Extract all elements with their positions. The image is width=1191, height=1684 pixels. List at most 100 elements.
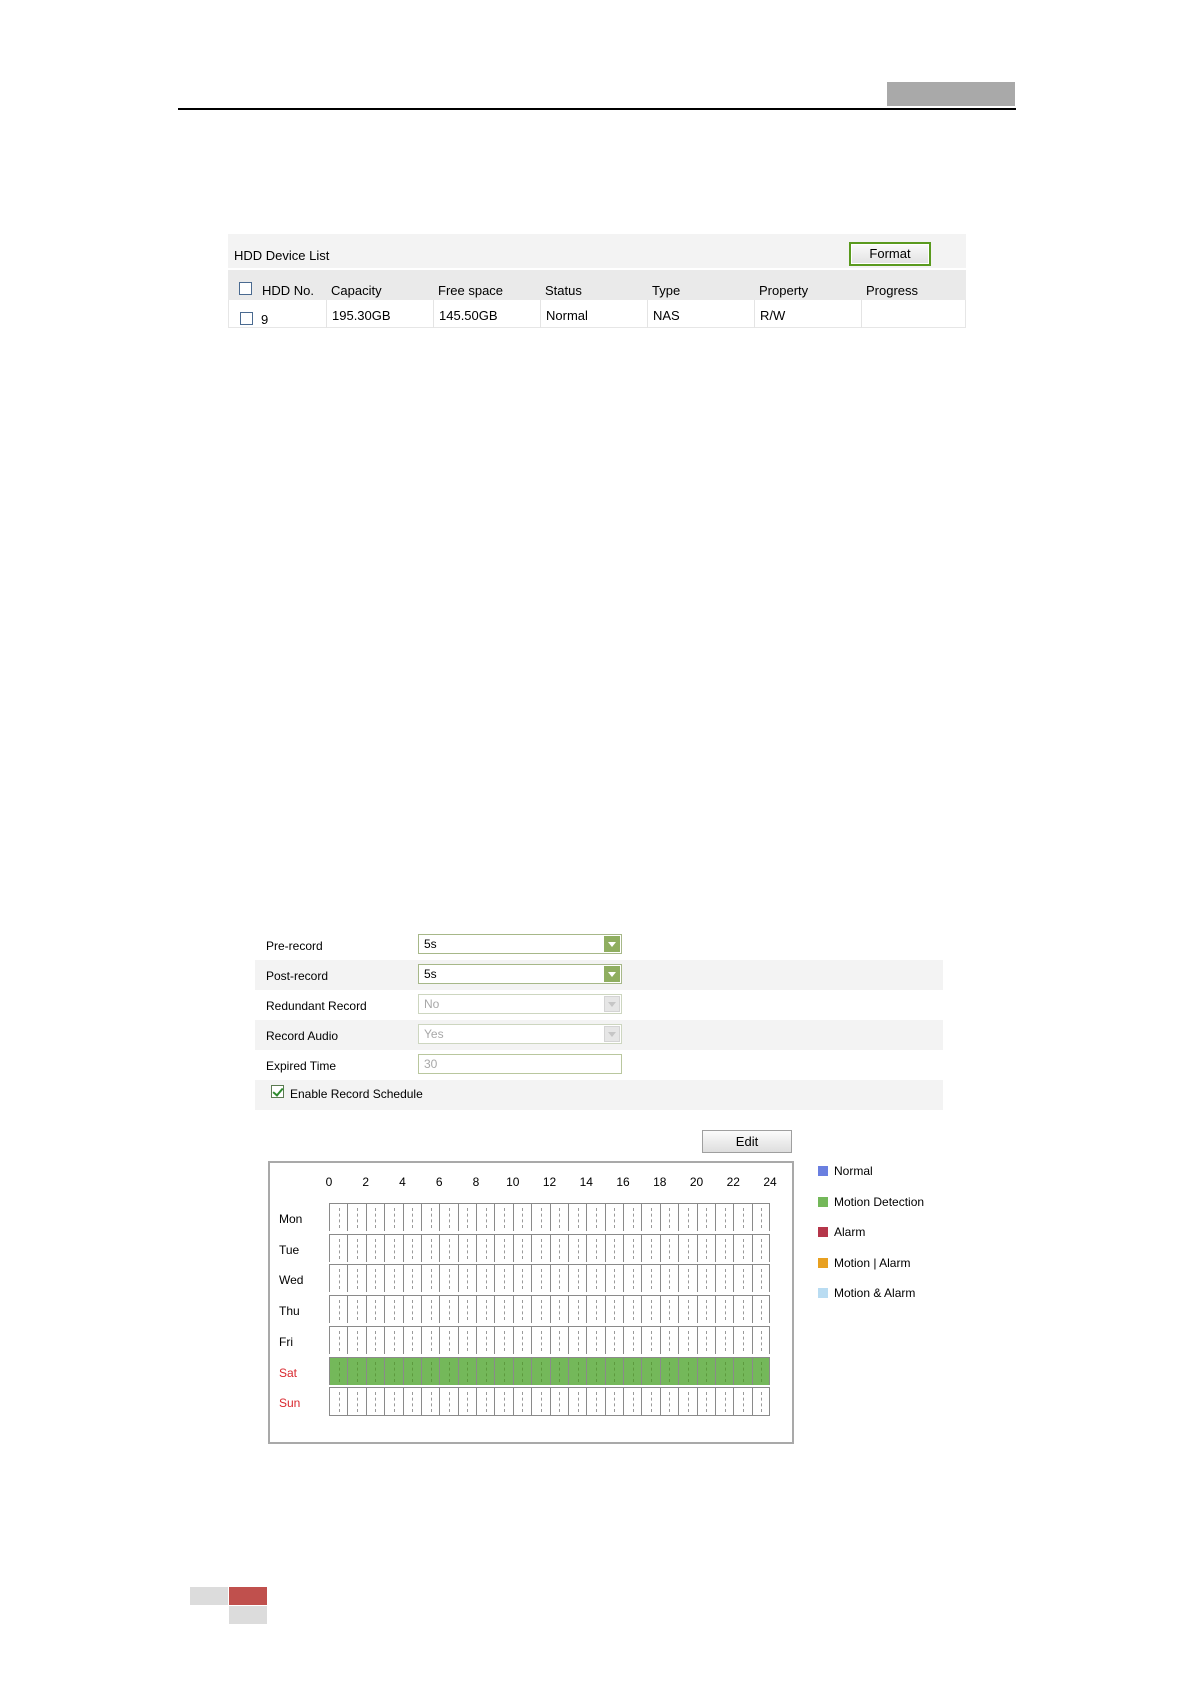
hour-cell[interactable] bbox=[586, 1325, 605, 1354]
hour-cell[interactable] bbox=[641, 1203, 660, 1231]
hour-cell[interactable] bbox=[457, 1203, 476, 1231]
hour-cell[interactable] bbox=[402, 1295, 421, 1324]
hour-cell[interactable] bbox=[347, 1233, 366, 1262]
hour-cell[interactable] bbox=[567, 1387, 587, 1416]
hour-cell[interactable] bbox=[494, 1233, 513, 1262]
hour-cell[interactable] bbox=[733, 1387, 752, 1416]
hour-cell[interactable] bbox=[494, 1203, 513, 1231]
hour-cell[interactable] bbox=[751, 1356, 770, 1385]
hour-cell[interactable] bbox=[733, 1295, 752, 1324]
hour-cell[interactable] bbox=[641, 1356, 660, 1385]
enable-record-schedule-checkbox[interactable] bbox=[271, 1085, 284, 1098]
hour-cell[interactable] bbox=[512, 1264, 532, 1293]
hour-cell[interactable] bbox=[329, 1295, 348, 1324]
hour-cell[interactable] bbox=[384, 1264, 403, 1293]
hour-cell[interactable] bbox=[696, 1325, 715, 1354]
hour-cell[interactable] bbox=[329, 1233, 348, 1262]
hour-cell[interactable] bbox=[439, 1233, 458, 1262]
hour-cell[interactable] bbox=[531, 1387, 550, 1416]
hour-cell[interactable] bbox=[714, 1264, 734, 1293]
hour-cell[interactable] bbox=[347, 1356, 366, 1385]
pre-record-select[interactable]: 5s bbox=[418, 934, 622, 954]
hour-cell[interactable] bbox=[476, 1203, 495, 1231]
hour-cell[interactable] bbox=[549, 1264, 568, 1293]
hour-cell[interactable] bbox=[402, 1264, 421, 1293]
hour-cell[interactable] bbox=[420, 1233, 440, 1262]
hour-cell[interactable] bbox=[659, 1295, 679, 1324]
day-schedule-row[interactable] bbox=[329, 1203, 770, 1231]
hour-cell[interactable] bbox=[420, 1264, 440, 1293]
hour-cell[interactable] bbox=[384, 1387, 403, 1416]
day-schedule-row[interactable] bbox=[329, 1295, 770, 1324]
hour-cell[interactable] bbox=[329, 1356, 348, 1385]
hour-cell[interactable] bbox=[365, 1356, 385, 1385]
hour-cell[interactable] bbox=[512, 1203, 532, 1231]
hour-cell[interactable] bbox=[714, 1325, 734, 1354]
hour-cell[interactable] bbox=[531, 1295, 550, 1324]
hour-cell[interactable] bbox=[604, 1387, 623, 1416]
hour-cell[interactable] bbox=[494, 1295, 513, 1324]
hour-cell[interactable] bbox=[531, 1356, 550, 1385]
hour-cell[interactable] bbox=[420, 1203, 440, 1231]
hour-cell[interactable] bbox=[420, 1356, 440, 1385]
hour-cell[interactable] bbox=[420, 1325, 440, 1354]
hour-cell[interactable] bbox=[623, 1325, 642, 1354]
hour-cell[interactable] bbox=[531, 1264, 550, 1293]
hour-cell[interactable] bbox=[733, 1264, 752, 1293]
hour-cell[interactable] bbox=[457, 1356, 476, 1385]
hour-cell[interactable] bbox=[494, 1356, 513, 1385]
hour-cell[interactable] bbox=[604, 1264, 623, 1293]
edit-schedule-button[interactable]: Edit bbox=[702, 1130, 792, 1153]
hour-cell[interactable] bbox=[696, 1387, 715, 1416]
hour-cell[interactable] bbox=[586, 1264, 605, 1293]
hour-cell[interactable] bbox=[347, 1264, 366, 1293]
hour-cell[interactable] bbox=[512, 1233, 532, 1262]
hour-cell[interactable] bbox=[678, 1203, 697, 1231]
hour-cell[interactable] bbox=[567, 1295, 587, 1324]
hour-cell[interactable] bbox=[641, 1387, 660, 1416]
hour-cell[interactable] bbox=[659, 1203, 679, 1231]
hour-cell[interactable] bbox=[439, 1325, 458, 1354]
hour-cell[interactable] bbox=[347, 1325, 366, 1354]
hour-cell[interactable] bbox=[402, 1387, 421, 1416]
hour-cell[interactable] bbox=[714, 1233, 734, 1262]
hour-cell[interactable] bbox=[512, 1387, 532, 1416]
hour-cell[interactable] bbox=[439, 1295, 458, 1324]
hour-cell[interactable] bbox=[402, 1356, 421, 1385]
hour-cell[interactable] bbox=[549, 1233, 568, 1262]
hour-cell[interactable] bbox=[751, 1387, 770, 1416]
hour-cell[interactable] bbox=[420, 1387, 440, 1416]
hour-cell[interactable] bbox=[402, 1233, 421, 1262]
hour-cell[interactable] bbox=[733, 1356, 752, 1385]
hour-cell[interactable] bbox=[586, 1233, 605, 1262]
hour-cell[interactable] bbox=[641, 1233, 660, 1262]
hour-cell[interactable] bbox=[659, 1233, 679, 1262]
hour-cell[interactable] bbox=[384, 1203, 403, 1231]
chevron-down-icon[interactable] bbox=[604, 966, 620, 982]
hour-cell[interactable] bbox=[384, 1233, 403, 1262]
hour-cell[interactable] bbox=[604, 1203, 623, 1231]
hour-cell[interactable] bbox=[549, 1325, 568, 1354]
hour-cell[interactable] bbox=[567, 1203, 587, 1231]
hour-cell[interactable] bbox=[641, 1325, 660, 1354]
hour-cell[interactable] bbox=[439, 1356, 458, 1385]
hour-cell[interactable] bbox=[476, 1264, 495, 1293]
hour-cell[interactable] bbox=[714, 1295, 734, 1324]
hour-cell[interactable] bbox=[476, 1356, 495, 1385]
hour-cell[interactable] bbox=[751, 1325, 770, 1354]
hour-cell[interactable] bbox=[751, 1295, 770, 1324]
hour-cell[interactable] bbox=[751, 1264, 770, 1293]
hour-cell[interactable] bbox=[494, 1325, 513, 1354]
hour-cell[interactable] bbox=[439, 1203, 458, 1231]
row-checkbox[interactable] bbox=[240, 312, 253, 325]
hour-cell[interactable] bbox=[512, 1295, 532, 1324]
hour-cell[interactable] bbox=[751, 1233, 770, 1262]
hour-cell[interactable] bbox=[457, 1295, 476, 1324]
hour-cell[interactable] bbox=[549, 1203, 568, 1231]
hour-cell[interactable] bbox=[733, 1325, 752, 1354]
hour-cell[interactable] bbox=[678, 1387, 697, 1416]
hour-cell[interactable] bbox=[623, 1233, 642, 1262]
hour-cell[interactable] bbox=[365, 1264, 385, 1293]
hour-cell[interactable] bbox=[365, 1325, 385, 1354]
hour-cell[interactable] bbox=[623, 1356, 642, 1385]
